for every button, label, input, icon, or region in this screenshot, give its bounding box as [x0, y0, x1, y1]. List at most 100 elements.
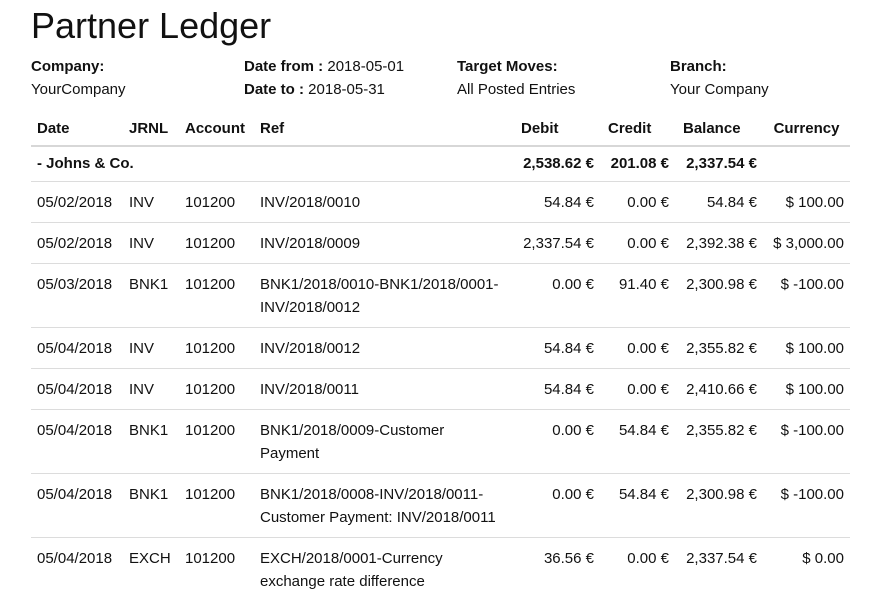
cell-jrnl: BNK1: [123, 263, 179, 328]
table-row: 05/04/2018 BNK1 101200 BNK1/2018/0008-INV/2…: [31, 473, 850, 538]
cell-account: 101200: [179, 473, 254, 538]
cell-date: 05/02/2018: [31, 181, 123, 223]
cell-balance: 2,355.82 €: [675, 409, 763, 474]
target-moves-value: All Posted Entries: [457, 81, 576, 98]
cell-ref: BNK1/2018/0008-INV/2018/0011-Customer Pa…: [254, 473, 513, 538]
cell-currency: $ 3,000.00: [763, 222, 850, 264]
cell-ref: BNK1/2018/0009-Customer Payment: [254, 409, 513, 474]
cell-balance: 2,300.98 €: [675, 473, 763, 538]
cell-jrnl: INV: [123, 222, 179, 264]
cell-date: 05/04/2018: [31, 537, 123, 601]
header-ref: Ref: [254, 111, 513, 147]
cell-debit: 54.84 €: [513, 181, 600, 223]
cell-currency: $ -100.00: [763, 409, 850, 474]
cell-date: 05/04/2018: [31, 409, 123, 474]
cell-credit: 91.40 €: [600, 263, 675, 328]
cell-jrnl: EXCH: [123, 537, 179, 601]
header-account: Account: [179, 111, 254, 147]
date-from-value: 2018-05-01: [327, 58, 405, 75]
partner-ledger-report: Partner Ledger Company: YourCompany Date…: [0, 0, 872, 615]
cell-debit: 54.84 €: [513, 327, 600, 369]
cell-balance: 2,337.54 €: [675, 537, 763, 601]
date-from-line: Date from : 2018-05-01: [244, 55, 404, 78]
cell-debit: 36.56 €: [513, 537, 600, 601]
header-jrnl: JRNL: [123, 111, 179, 147]
table-row: 05/04/2018 BNK1 101200 BNK1/2018/0009-Custo…: [31, 409, 850, 474]
cell-debit: 54.84 €: [513, 368, 600, 410]
cell-ref: INV/2018/0011: [254, 368, 513, 410]
cell-currency: $ 100.00: [763, 181, 850, 223]
company-value: YourCompany: [31, 81, 126, 98]
branch-value: Your Company: [670, 81, 769, 98]
table-row: 05/04/2018 INV 101200 INV/2018/0011 54.84 €0…: [31, 368, 850, 410]
cell-ref: INV/2018/0009: [254, 222, 513, 264]
cell-ref: INV/2018/0012: [254, 327, 513, 369]
cell-jrnl: BNK1: [123, 473, 179, 538]
target-moves-label: Target Moves:: [457, 58, 558, 75]
date-from-label: Date from :: [244, 58, 324, 75]
cell-credit: 0.00 €: [600, 537, 675, 601]
table-row: 05/02/2018 INV 101200 INV/2018/0009 2,337.54…: [31, 222, 850, 264]
cell-jrnl: INV: [123, 181, 179, 223]
cell-credit: 0.00 €: [600, 327, 675, 369]
cell-date: 05/03/2018: [31, 263, 123, 328]
partner-balance: 2,337.54 €: [686, 155, 757, 172]
cell-credit: 0.00 €: [600, 181, 675, 223]
table-row: 05/04/2018 EXCH 101200 EXCH/2018/0001-Curre…: [31, 537, 850, 601]
ledger-table: Date JRNL Account Ref Debit Credit Balan…: [31, 111, 850, 601]
cell-date: 05/02/2018: [31, 222, 123, 264]
branch-label: Branch:: [670, 58, 727, 75]
cell-debit: 0.00 €: [513, 263, 600, 328]
cell-balance: 2,410.66 €: [675, 368, 763, 410]
cell-balance: 54.84 €: [675, 181, 763, 223]
header-balance: Balance: [675, 111, 763, 147]
cell-account: 101200: [179, 409, 254, 474]
header-currency: Currency: [763, 111, 850, 147]
cell-account: 101200: [179, 327, 254, 369]
cell-ref: INV/2018/0010: [254, 181, 513, 223]
company-label: Company:: [31, 58, 105, 75]
cell-balance: 2,355.82 €: [675, 327, 763, 369]
cell-credit: 54.84 €: [600, 409, 675, 474]
table-row: 05/04/2018 INV 101200 INV/2018/0012 54.84 €0…: [31, 327, 850, 369]
cell-debit: 2,337.54 €: [513, 222, 600, 264]
date-to-value: 2018-05-31: [308, 81, 385, 98]
cell-account: 101200: [179, 263, 254, 328]
cell-account: 101200: [179, 537, 254, 601]
cell-debit: 0.00 €: [513, 473, 600, 538]
cell-jrnl: BNK1: [123, 409, 179, 474]
cell-ref: EXCH/2018/0001-Currency exchange rate di…: [254, 537, 513, 601]
date-range-info: Date from : 2018-05-01 Date to : 2018-05…: [244, 55, 404, 101]
table-row: 05/03/2018 BNK1 101200 BNK1/2018/0010-BNK1/…: [31, 263, 850, 328]
cell-credit: 54.84 €: [600, 473, 675, 538]
cell-account: 101200: [179, 222, 254, 264]
partner-debit: 2,538.62 €: [523, 155, 594, 172]
partner-credit: 201.08 €: [610, 155, 669, 172]
cell-account: 101200: [179, 181, 254, 223]
cell-currency: $ 100.00: [763, 368, 850, 410]
header-debit: Debit: [513, 111, 600, 147]
company-info: Company: YourCompany: [31, 55, 126, 101]
cell-currency: $ 0.00: [763, 537, 850, 601]
cell-date: 05/04/2018: [31, 327, 123, 369]
date-to-label: Date to :: [244, 81, 304, 98]
cell-jrnl: INV: [123, 368, 179, 410]
cell-currency: $ -100.00: [763, 263, 850, 328]
branch-info: Branch: Your Company: [670, 55, 769, 101]
cell-credit: 0.00 €: [600, 368, 675, 410]
cell-balance: 2,300.98 €: [675, 263, 763, 328]
cell-date: 05/04/2018: [31, 368, 123, 410]
cell-currency: $ 100.00: [763, 327, 850, 369]
cell-ref: BNK1/2018/0010-BNK1/2018/0001-INV/2018/0…: [254, 263, 513, 328]
cell-currency: $ -100.00: [763, 473, 850, 538]
date-to-line: Date to : 2018-05-31: [244, 78, 404, 101]
header-credit: Credit: [600, 111, 675, 147]
target-moves-info: Target Moves: All Posted Entries: [457, 55, 575, 101]
cell-account: 101200: [179, 368, 254, 410]
table-header-row: Date JRNL Account Ref Debit Credit Balan…: [31, 111, 850, 147]
partner-name: - Johns & Co.: [37, 155, 134, 172]
table-row: 05/02/2018 INV 101200 INV/2018/0010 54.84 €0…: [31, 181, 850, 223]
cell-jrnl: INV: [123, 327, 179, 369]
partner-currency: [763, 146, 850, 182]
partner-row: - Johns & Co. 2,538.62 € 201.08 € 2,337.…: [31, 146, 850, 182]
